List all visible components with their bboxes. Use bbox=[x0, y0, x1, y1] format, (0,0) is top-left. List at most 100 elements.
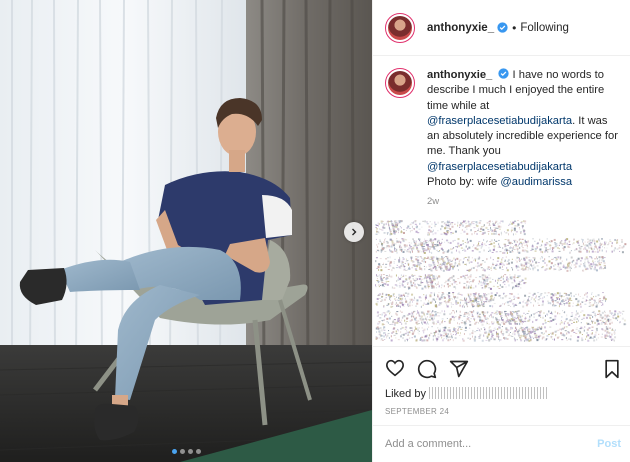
noise-pixel bbox=[460, 232, 462, 234]
noise-pixel bbox=[391, 224, 394, 226]
noise-pixel bbox=[446, 283, 449, 286]
comment-button[interactable] bbox=[417, 359, 437, 384]
noise-pixel bbox=[515, 318, 518, 320]
noise-pixel bbox=[546, 313, 549, 315]
mention-link[interactable]: @audimarissa bbox=[500, 176, 572, 188]
noise-pixel bbox=[514, 240, 516, 243]
noise-pixel bbox=[404, 269, 407, 271]
post-comment-button[interactable]: Post bbox=[597, 438, 621, 450]
noise-pixel bbox=[551, 298, 554, 301]
noise-pixel bbox=[587, 262, 590, 264]
noise-pixel bbox=[483, 269, 486, 272]
noise-pixel bbox=[440, 269, 442, 271]
like-button[interactable] bbox=[385, 359, 405, 384]
noise-pixel bbox=[430, 264, 433, 267]
noise-pixel bbox=[604, 298, 607, 301]
noise-pixel bbox=[438, 297, 441, 300]
save-button[interactable] bbox=[603, 359, 621, 384]
noise-pixel bbox=[483, 303, 485, 306]
noise-pixel bbox=[511, 267, 513, 269]
noise-pixel bbox=[564, 299, 567, 301]
noise-pixel bbox=[421, 336, 424, 338]
noise-pixel bbox=[441, 221, 444, 224]
noise-pixel bbox=[472, 287, 475, 289]
comment-input[interactable] bbox=[385, 438, 598, 450]
noise-pixel bbox=[579, 305, 582, 308]
noise-pixel bbox=[428, 319, 431, 321]
share-button[interactable] bbox=[449, 359, 469, 384]
noise-pixel bbox=[460, 294, 463, 296]
avatar[interactable] bbox=[385, 68, 415, 98]
noise-pixel bbox=[493, 228, 496, 231]
noise-pixel bbox=[585, 248, 587, 250]
noise-pixel bbox=[477, 228, 479, 231]
noise-pixel bbox=[398, 284, 401, 286]
carousel-next-button[interactable] bbox=[344, 222, 364, 242]
noise-pixel bbox=[505, 328, 508, 331]
noise-pixel bbox=[597, 322, 600, 325]
noise-pixel bbox=[532, 330, 534, 333]
noise-pixel bbox=[611, 250, 613, 253]
noise-pixel bbox=[447, 285, 449, 288]
noise-pixel bbox=[421, 287, 424, 290]
mention-link[interactable]: @fraserplacesetiabudijakarta bbox=[427, 115, 572, 127]
noise-pixel bbox=[604, 337, 607, 339]
noise-pixel bbox=[548, 256, 550, 258]
noise-pixel bbox=[390, 335, 392, 338]
carousel-dot bbox=[187, 449, 193, 454]
following-button[interactable]: Following bbox=[520, 22, 569, 34]
noise-pixel bbox=[401, 301, 404, 303]
carousel-dot bbox=[171, 449, 177, 454]
noise-pixel bbox=[523, 312, 525, 314]
noise-pixel bbox=[499, 305, 502, 307]
noise-pixel bbox=[417, 320, 420, 322]
noise-pixel bbox=[579, 330, 581, 333]
mention-link[interactable]: @fraserplacesetiabudijakarta bbox=[427, 161, 572, 173]
noise-pixel bbox=[416, 313, 418, 315]
noise-pixel bbox=[435, 301, 437, 304]
noise-pixel bbox=[468, 300, 471, 303]
noise-pixel bbox=[598, 299, 600, 301]
noise-pixel bbox=[431, 286, 433, 288]
noise-pixel bbox=[506, 269, 509, 272]
noise-pixel bbox=[386, 283, 389, 286]
noise-pixel bbox=[595, 244, 597, 246]
caption-username[interactable]: anthonyxie_ bbox=[427, 69, 492, 81]
noise-pixel bbox=[453, 318, 455, 320]
noise-pixel bbox=[507, 334, 510, 336]
noise-pixel bbox=[387, 303, 389, 306]
noise-pixel bbox=[532, 268, 534, 271]
noise-pixel bbox=[400, 331, 402, 334]
noise-pixel bbox=[509, 274, 511, 276]
noise-pixel bbox=[466, 274, 468, 276]
noise-pixel bbox=[601, 304, 603, 306]
noise-pixel bbox=[412, 261, 415, 263]
noise-pixel bbox=[391, 286, 393, 289]
noise-pixel bbox=[447, 333, 449, 336]
noise-pixel bbox=[409, 227, 412, 229]
noise-pixel bbox=[505, 286, 507, 288]
noise-pixel bbox=[507, 313, 510, 316]
noise-pixel bbox=[492, 316, 494, 319]
noise-pixel bbox=[534, 240, 536, 242]
noise-pixel bbox=[601, 333, 603, 335]
post-photo[interactable] bbox=[0, 0, 372, 462]
noise-pixel bbox=[602, 246, 604, 248]
noise-pixel bbox=[527, 319, 530, 322]
username-link[interactable]: anthonyxie_ bbox=[427, 22, 494, 34]
avatar[interactable] bbox=[385, 12, 415, 43]
noise-pixel bbox=[519, 228, 521, 230]
noise-pixel bbox=[595, 263, 597, 266]
noise-pixel bbox=[407, 248, 409, 250]
noise-pixel bbox=[490, 226, 492, 229]
noise-pixel bbox=[453, 327, 455, 329]
noise-pixel bbox=[530, 259, 533, 261]
noise-pixel bbox=[387, 280, 390, 282]
noise-pixel bbox=[418, 296, 421, 299]
noise-pixel bbox=[551, 250, 554, 253]
noise-pixel bbox=[393, 261, 395, 263]
noise-pixel bbox=[475, 221, 478, 224]
noise-pixel bbox=[377, 275, 379, 277]
noise-pixel bbox=[488, 315, 490, 318]
noise-pixel bbox=[466, 225, 468, 227]
